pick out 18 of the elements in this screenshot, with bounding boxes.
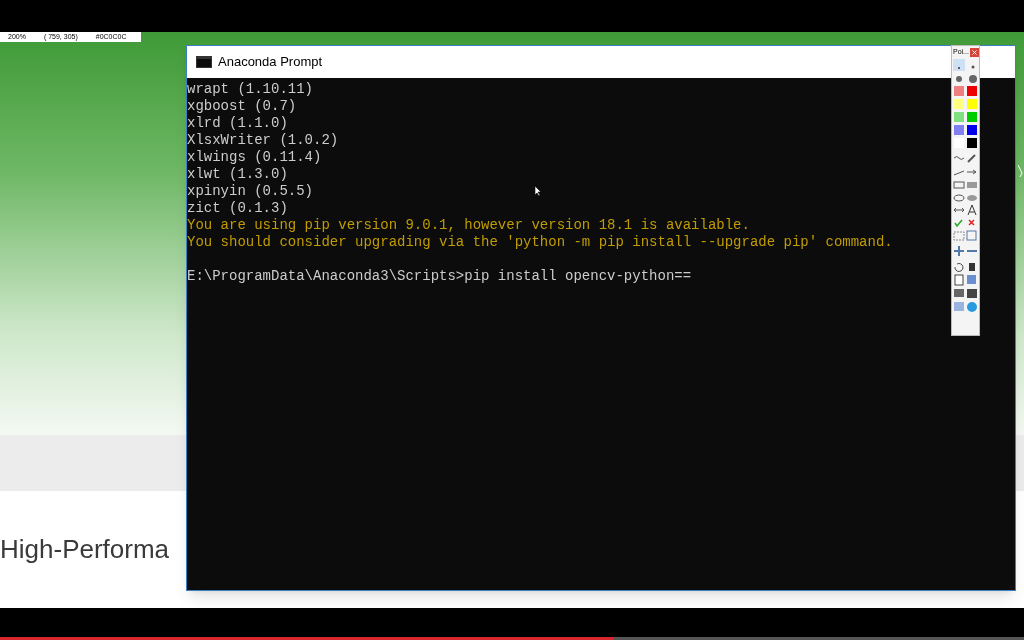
terminal-line: E:\ProgramData\Anaconda3\Scripts>pip install opencv-python== <box>187 268 692 285</box>
terminal-line: zict (0.1.3) <box>187 200 288 217</box>
mouse-cursor-icon <box>535 186 542 196</box>
terminal-line: xpinyin (0.5.5) <box>187 183 314 200</box>
terminal-line: xlwt (1.3.0) <box>187 166 288 183</box>
warning-line: You should consider upgrading via the 'python -m pip install --upgrade pip' command. <box>187 234 893 251</box>
terminal-icon <box>196 56 212 68</box>
close-icon[interactable] <box>970 47 979 57</box>
terminal-line: wrapt (1.10.11) <box>187 81 314 98</box>
progress-track[interactable] <box>0 637 1024 640</box>
terminal-line: XlsxWriter (1.0.2) <box>187 132 339 149</box>
terminal-line: xgboost (0.7) <box>187 98 297 115</box>
terminal-line: xlrd (1.1.0) <box>187 115 288 132</box>
cursor-icon <box>1018 165 1024 177</box>
terminal-line: xlwings (0.11.4) <box>187 149 322 166</box>
window-title: Anaconda Prompt <box>218 53 323 72</box>
warning-line: You are using pip version 9.0.1, however version 18.1 is available. <box>187 217 750 234</box>
page-heading: High-Performa <box>0 533 170 566</box>
